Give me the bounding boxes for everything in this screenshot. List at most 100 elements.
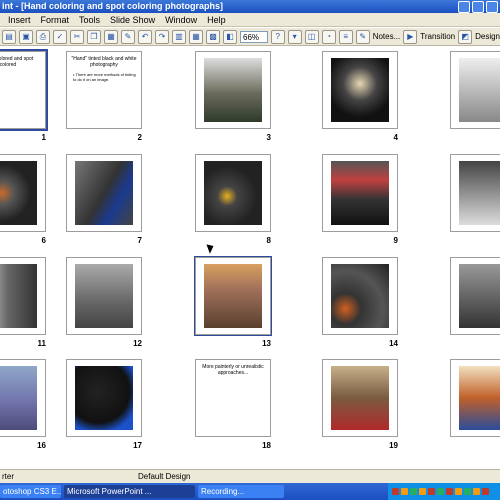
slide-number: 4 — [393, 133, 398, 142]
notes-button[interactable]: Notes... — [373, 32, 401, 41]
slide-thumbnail[interactable] — [0, 154, 46, 232]
table-icon[interactable]: ▦ — [189, 29, 203, 44]
system-tray — [388, 483, 500, 500]
paste-icon[interactable]: ▦ — [104, 29, 118, 44]
slide-photo — [75, 161, 133, 225]
redo-icon[interactable]: ↷ — [155, 29, 169, 44]
slide-photo — [459, 366, 500, 430]
slide-number: 1 — [41, 133, 46, 142]
slide-thumbnail[interactable] — [195, 154, 271, 232]
cut-icon[interactable]: ✂ — [70, 29, 84, 44]
slide-thumbnail[interactable] — [322, 359, 398, 437]
menu-format[interactable]: Format — [41, 15, 70, 25]
slide-thumbnail[interactable] — [195, 51, 271, 129]
slide-thumbnail[interactable]: "Hand" tinted black and white photograph… — [66, 51, 142, 129]
slide-thumbnail[interactable] — [66, 359, 142, 437]
slide-number: 18 — [262, 441, 271, 450]
slide-photo — [459, 58, 500, 122]
grid-icon[interactable]: ▩ — [206, 29, 220, 44]
undo-icon[interactable]: ↶ — [138, 29, 152, 44]
color-grayscale-icon[interactable]: ◧ — [223, 29, 237, 44]
window-controls — [458, 1, 498, 13]
slide-thumbnail[interactable] — [322, 51, 398, 129]
menu-tools[interactable]: Tools — [79, 15, 100, 25]
menu-slide-show[interactable]: Slide Show — [110, 15, 155, 25]
slide-number: 9 — [393, 236, 398, 245]
slide-thumbnail[interactable] — [66, 154, 142, 232]
tray-icon[interactable] — [482, 488, 489, 495]
menu-help[interactable]: Help — [207, 15, 226, 25]
save-icon[interactable]: ▣ — [19, 29, 33, 44]
slide-thumbnail[interactable] — [450, 257, 500, 335]
tray-icon[interactable] — [455, 488, 462, 495]
slide-title-text: More painterly or unrealistic approaches… — [202, 364, 264, 376]
tray-icon[interactable] — [401, 488, 408, 495]
tray-icon[interactable] — [473, 488, 480, 495]
slide-thumbnail[interactable] — [194, 256, 272, 336]
format-painter-icon[interactable]: ✎ — [121, 29, 135, 44]
slide-thumbnail[interactable]: More painterly or unrealistic approaches… — [195, 359, 271, 437]
help-icon[interactable]: ? — [270, 29, 285, 44]
taskbar-powerpoint[interactable]: Microsoft PowerPoint ... — [64, 485, 195, 498]
slide-thumbnail[interactable] — [322, 154, 398, 232]
tray-icon[interactable] — [419, 488, 426, 495]
zoom-select[interactable]: 66% — [240, 30, 268, 43]
window-title: int - [Hand coloring and spot coloring p… — [2, 1, 223, 11]
slide-title-text: "Hand" tinted black and white photograph… — [71, 56, 137, 68]
print-icon[interactable]: ⎙ — [36, 29, 50, 44]
slide-thumbnail[interactable] — [450, 359, 500, 437]
toolbar: ▤ ▣ ⎙ ✓ ✂ ❐ ▦ ✎ ↶ ↷ ▥ ▦ ▩ ◧ 66% ? ▾ ◫ ◔ … — [0, 28, 500, 46]
slide-sorter: Hand colored and spot colored 1 "Hand" tin… — [0, 47, 500, 469]
transition-button[interactable]: Transition — [420, 32, 455, 41]
slide-thumbnail[interactable] — [450, 154, 500, 232]
slide-number: 11 — [37, 339, 46, 348]
tray-icon[interactable] — [464, 488, 471, 495]
slide-number: 8 — [266, 236, 271, 245]
slide-title-text: Hand colored and spot colored — [0, 56, 34, 68]
slide-photo — [331, 366, 389, 430]
slide-thumbnail[interactable] — [322, 257, 398, 335]
summary-slide-icon[interactable]: ≡ — [338, 29, 353, 44]
maximize-icon[interactable] — [472, 1, 484, 13]
slide-thumbnail[interactable]: Hand colored and spot colored — [0, 49, 48, 131]
slide-photo — [331, 264, 389, 328]
status-view: rter — [2, 472, 14, 481]
tray-icon[interactable] — [446, 488, 453, 495]
slide-photo — [204, 58, 262, 122]
slide-number: 17 — [133, 441, 142, 450]
slide-number: 19 — [389, 441, 398, 450]
tray-icon[interactable] — [392, 488, 399, 495]
spelling-icon[interactable]: ✓ — [53, 29, 67, 44]
slide-number: 6 — [41, 236, 46, 245]
taskbar-photoshop[interactable]: otoshop CS3 E... — [0, 485, 61, 498]
close-icon[interactable] — [486, 1, 498, 13]
taskbar: otoshop CS3 E... Microsoft PowerPoint ..… — [0, 483, 500, 500]
tray-icon[interactable] — [428, 488, 435, 495]
transition-icon[interactable]: ▶ — [403, 29, 418, 44]
tray-icon[interactable] — [410, 488, 417, 495]
slide-thumbnail[interactable] — [450, 51, 500, 129]
rehearse-icon[interactable]: ◔ — [321, 29, 336, 44]
menu-bar: Insert Format Tools Slide Show Window He… — [0, 13, 500, 27]
window-title-bar: int - [Hand coloring and spot coloring p… — [0, 0, 500, 13]
copy-icon[interactable]: ❐ — [87, 29, 101, 44]
slide-photo — [331, 58, 389, 122]
slide-bullet-text: • There are more methods of tinting to d… — [73, 72, 136, 82]
minimize-icon[interactable] — [458, 1, 470, 13]
tray-icon[interactable] — [437, 488, 444, 495]
hide-slide-icon[interactable]: ◫ — [304, 29, 319, 44]
slide-photo — [459, 264, 500, 328]
slide-photo — [75, 366, 133, 430]
slide-thumbnail[interactable] — [66, 257, 142, 335]
menu-window[interactable]: Window — [165, 15, 197, 25]
open-icon[interactable]: ▤ — [2, 29, 16, 44]
notes-icon[interactable]: ✎ — [355, 29, 370, 44]
slide-thumbnail[interactable] — [0, 359, 46, 437]
slide-thumbnail[interactable] — [0, 257, 46, 335]
design-button[interactable]: Design — [475, 32, 500, 41]
expand-icon[interactable]: ▾ — [287, 29, 302, 44]
chart-icon[interactable]: ▥ — [172, 29, 186, 44]
design-icon[interactable]: ◩ — [458, 29, 473, 44]
menu-insert[interactable]: Insert — [8, 15, 31, 25]
taskbar-recording[interactable]: Recording... — [198, 485, 284, 498]
